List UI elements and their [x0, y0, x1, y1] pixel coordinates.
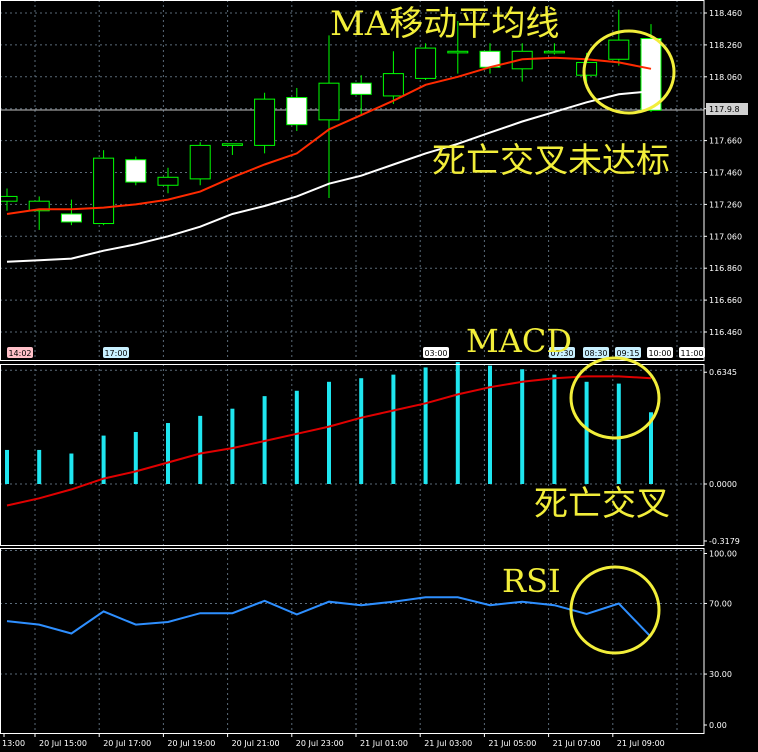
- macd-bar: [294, 390, 299, 484]
- time-marker-label: 14:02: [8, 349, 31, 358]
- candle-body: [640, 38, 662, 111]
- macd-bar: [488, 365, 492, 484]
- rsi-tick-label: 30.00: [709, 670, 732, 679]
- x-tick-label: 21 Jul 01:00: [360, 739, 408, 748]
- x-tick-label: 20 Jul 21:00: [232, 739, 280, 748]
- candle-body: [447, 50, 469, 54]
- price-tick-label: 117.060: [709, 232, 742, 241]
- macd-bar: [552, 374, 557, 484]
- time-marker-label: 09:15: [616, 349, 639, 358]
- x-tick-label: 20 Jul 15:00: [39, 739, 87, 748]
- death-cross-not-reached-annotation: 死亡交叉未达标: [432, 141, 670, 181]
- macd-bar: [230, 408, 235, 484]
- time-marker-label: 10:00: [648, 349, 671, 358]
- time-marker: 17:00: [103, 347, 129, 358]
- x-tick-label: 21 Jul 03:00: [424, 739, 472, 748]
- macd-bar: [455, 362, 460, 484]
- macd-tick-label: 0.6345: [709, 368, 737, 377]
- candle-body: [286, 97, 308, 126]
- x-tick-label: 21 Jul 09:00: [617, 739, 665, 748]
- macd-tick-label: 0.0000: [709, 480, 737, 489]
- candle-body: [221, 143, 243, 146]
- candle-body: [415, 47, 437, 79]
- current-price-label: 117.9.8: [709, 105, 740, 114]
- macd-bar: [133, 432, 138, 484]
- macd-bar: [616, 383, 621, 484]
- macd-bar: [101, 435, 106, 484]
- ma-annotation: MA移动平均线: [330, 4, 559, 44]
- candle-body: [318, 82, 340, 121]
- macd-bar: [198, 415, 203, 484]
- candle-body: [543, 50, 565, 54]
- candle-body: [608, 39, 630, 60]
- candle-body: [254, 98, 276, 146]
- time-marker: 14:02: [7, 347, 33, 358]
- candle-body: [60, 213, 82, 223]
- axes: 118.460118.260118.060117.860117.660117.4…: [2, 9, 748, 748]
- x-tick-label: 20 Jul 23:00: [296, 739, 344, 748]
- price-tick-label: 117.260: [709, 200, 742, 209]
- time-marker: 08:30: [583, 347, 609, 358]
- price-tick-label: 118.060: [709, 73, 742, 82]
- rsi-line: [6, 596, 652, 638]
- time-marker: 10:00: [647, 347, 673, 358]
- x-tick-label: 20 Jul 19:00: [167, 739, 215, 748]
- x-tick-label: 21 Jul 07:00: [553, 739, 601, 748]
- price-tick-label: 117.660: [709, 137, 742, 146]
- price-tick-label: 116.460: [709, 328, 742, 337]
- macd-bar: [391, 374, 396, 484]
- macd-annotation: MACD: [466, 322, 572, 360]
- price-tick-label: 118.460: [709, 9, 742, 18]
- time-marker-label: 17:00: [104, 349, 127, 358]
- time-marker: 03:00: [423, 347, 449, 358]
- x-tick-label: 13:00: [2, 739, 25, 748]
- macd-tick-label: -0.3179: [709, 537, 740, 546]
- macd-bar: [69, 453, 74, 484]
- time-marker: 09:15: [615, 347, 641, 358]
- panel-border: [0, 548, 705, 734]
- trading-chart: 14:02 17:00 03:00 07:30 08:30 09:15 10:00 11:00…: [0, 0, 748, 748]
- candle-body: [382, 73, 404, 97]
- time-marker-label: 03:00: [424, 349, 447, 358]
- price-tick-label: 116.860: [709, 264, 742, 273]
- macd-bar: [37, 449, 42, 484]
- candle-body: [189, 144, 211, 180]
- death-cross-annotation: 死亡交叉: [534, 484, 670, 524]
- rsi-tick-label: 0.00: [709, 721, 727, 730]
- rsi-tick-label: 70.00: [709, 599, 732, 608]
- macd-bar: [423, 367, 428, 484]
- rsi-annotation: RSI: [502, 562, 561, 600]
- candle-body: [350, 82, 372, 95]
- macd-bar: [359, 378, 364, 484]
- price-tick-label: 118.260: [709, 41, 742, 50]
- rsi-panel: [6, 596, 652, 638]
- x-tick-label: 21 Jul 05:00: [488, 739, 536, 748]
- rsi-tick-label: 100.00: [709, 550, 737, 559]
- candle-body: [576, 61, 598, 76]
- macd-bar: [166, 423, 170, 484]
- candle-body: [0, 195, 18, 202]
- time-marker: 11:00: [679, 347, 705, 358]
- x-tick-label: 20 Jul 17:00: [103, 739, 151, 748]
- macd-bar: [520, 369, 525, 484]
- price-tick-label: 116.660: [709, 296, 742, 305]
- price-panel: 14:02 17:00 03:00 07:30 08:30 09:15 10:00 11:00: [0, 9, 705, 358]
- candle-body: [93, 157, 115, 225]
- candle-body: [125, 159, 147, 183]
- macd-bar: [5, 449, 9, 484]
- macd-bar: [584, 381, 589, 484]
- time-marker-label: 08:30: [584, 349, 607, 358]
- time-marker-label: 11:00: [680, 349, 703, 358]
- candle-body: [157, 176, 179, 186]
- macd-bar: [327, 381, 331, 484]
- price-tick-label: 117.460: [709, 169, 742, 178]
- rsi-highlight-circle: [569, 565, 661, 655]
